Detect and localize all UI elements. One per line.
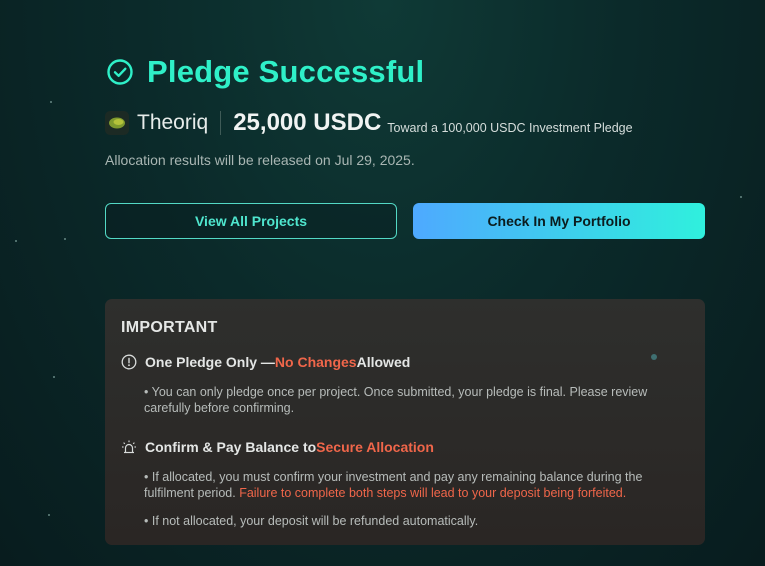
- background-star: [64, 238, 66, 240]
- pledge-amount: 25,000 USDC: [233, 109, 382, 136]
- release-date-text: Allocation results will be released on J…: [105, 152, 415, 168]
- view-all-projects-button[interactable]: View All Projects: [105, 203, 397, 239]
- background-star: [15, 240, 17, 242]
- page-title: Pledge Successful: [147, 54, 425, 89]
- one-pledge-heading: One Pledge Only — No Changes Allowed: [121, 354, 410, 370]
- section2-bullet-allocated: • If allocated, you must confirm your in…: [144, 469, 674, 501]
- exclamation-circle-icon: [121, 354, 137, 370]
- project-logo: [105, 111, 129, 135]
- section1-bullet: • You can only pledge once per project. …: [144, 385, 648, 415]
- background-star: [48, 514, 50, 516]
- check-portfolio-button[interactable]: Check In My Portfolio: [413, 203, 705, 239]
- important-panel: IMPORTANT One Pledge Only — No Changes A…: [105, 299, 705, 545]
- section1-suffix: Allowed: [356, 354, 411, 370]
- section2-highlight: Secure Allocation: [316, 439, 434, 455]
- section2-bullet-not-allocated: • If not allocated, your deposit will be…: [144, 514, 479, 528]
- divider: [220, 111, 222, 135]
- pledge-target-note: Toward a 100,000 USDC Investment Pledge: [387, 120, 633, 135]
- background-star: [740, 196, 742, 198]
- alarm-siren-icon: [122, 440, 136, 454]
- section1-highlight: No Changes: [274, 354, 357, 370]
- section1-prefix: One Pledge Only —: [145, 354, 275, 370]
- indicator-dot: [651, 354, 657, 360]
- forfeit-warning: Failure to complete both steps will lead…: [239, 486, 627, 500]
- check-circle-icon: [107, 59, 133, 85]
- background-star: [50, 101, 52, 103]
- theoriq-logo-icon: [109, 117, 125, 129]
- confirm-pay-heading: Confirm & Pay Balance to Secure Allocati…: [121, 439, 434, 455]
- background-star: [53, 376, 55, 378]
- project-summary: Theoriq 25,000 USDC Toward a 100,000 USD…: [105, 108, 633, 138]
- project-name: Theoriq: [137, 111, 209, 134]
- success-header: Pledge Successful: [105, 54, 424, 90]
- important-title: IMPORTANT: [121, 319, 218, 336]
- section2-prefix: Confirm & Pay Balance to: [145, 439, 317, 455]
